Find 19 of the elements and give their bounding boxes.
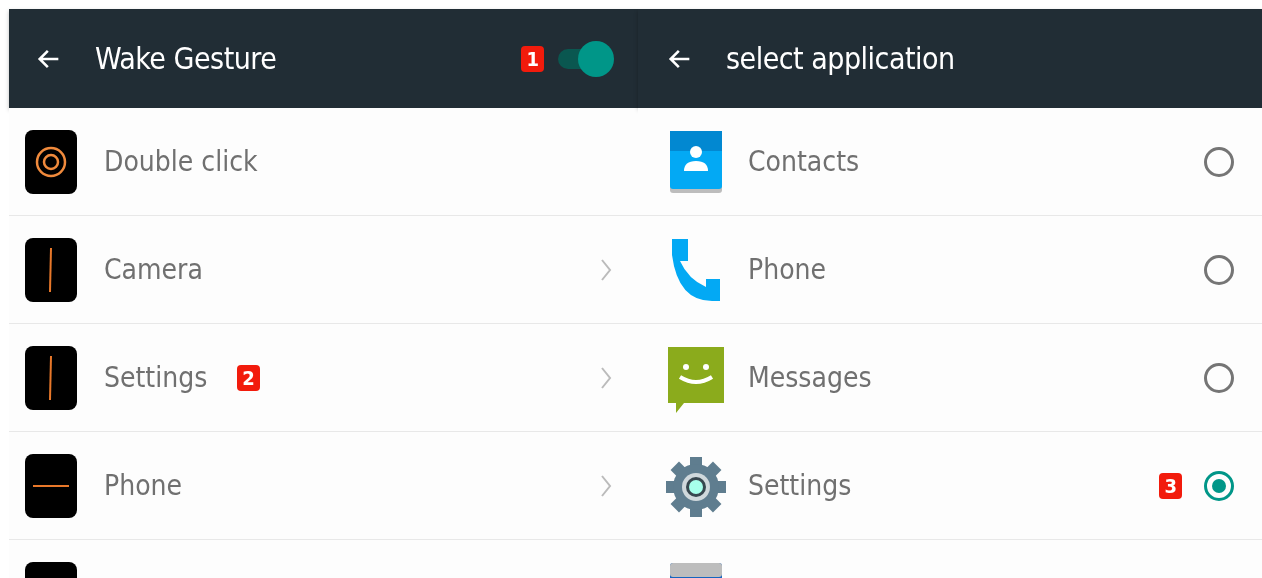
radio-button[interactable]: [1204, 470, 1234, 501]
app-name: Phone: [748, 253, 827, 286]
item-label: Double click: [104, 145, 258, 178]
item-label: Camera: [104, 253, 203, 286]
circle-gesture-icon: [25, 129, 77, 194]
radio-button[interactable]: [1204, 146, 1234, 177]
toggle-switch[interactable]: [558, 40, 614, 77]
item-label: Phone: [104, 469, 183, 502]
screen-title: select application: [726, 41, 955, 76]
app-name: Messages: [748, 361, 872, 394]
annotation-badge: 3: [1159, 472, 1182, 499]
radio-button[interactable]: [1204, 362, 1234, 393]
item-label: Settings: [104, 361, 208, 394]
annotation-badge: 1: [521, 45, 544, 72]
app-name: Settings: [748, 469, 852, 502]
radio-button[interactable]: [1204, 254, 1234, 285]
screen-title: Wake Gesture: [95, 41, 277, 76]
annotation-badge: 2: [237, 364, 260, 391]
app-name: Contacts: [748, 145, 860, 178]
